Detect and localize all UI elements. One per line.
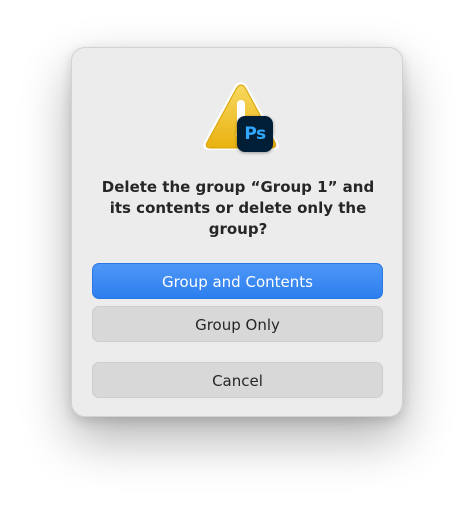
cancel-button[interactable]: Cancel	[92, 362, 383, 398]
warning-icon: Ps	[199, 78, 283, 158]
dialog-message: Delete the group “Group 1” and its conte…	[101, 178, 375, 238]
screen: Ps Delete the group “Group 1” and its co…	[0, 0, 474, 512]
group-and-contents-button[interactable]: Group and Contents	[92, 263, 383, 299]
alert-dialog: Ps Delete the group “Group 1” and its co…	[71, 47, 403, 417]
group-only-button[interactable]: Group Only	[92, 306, 383, 342]
photoshop-icon: Ps	[237, 116, 273, 152]
